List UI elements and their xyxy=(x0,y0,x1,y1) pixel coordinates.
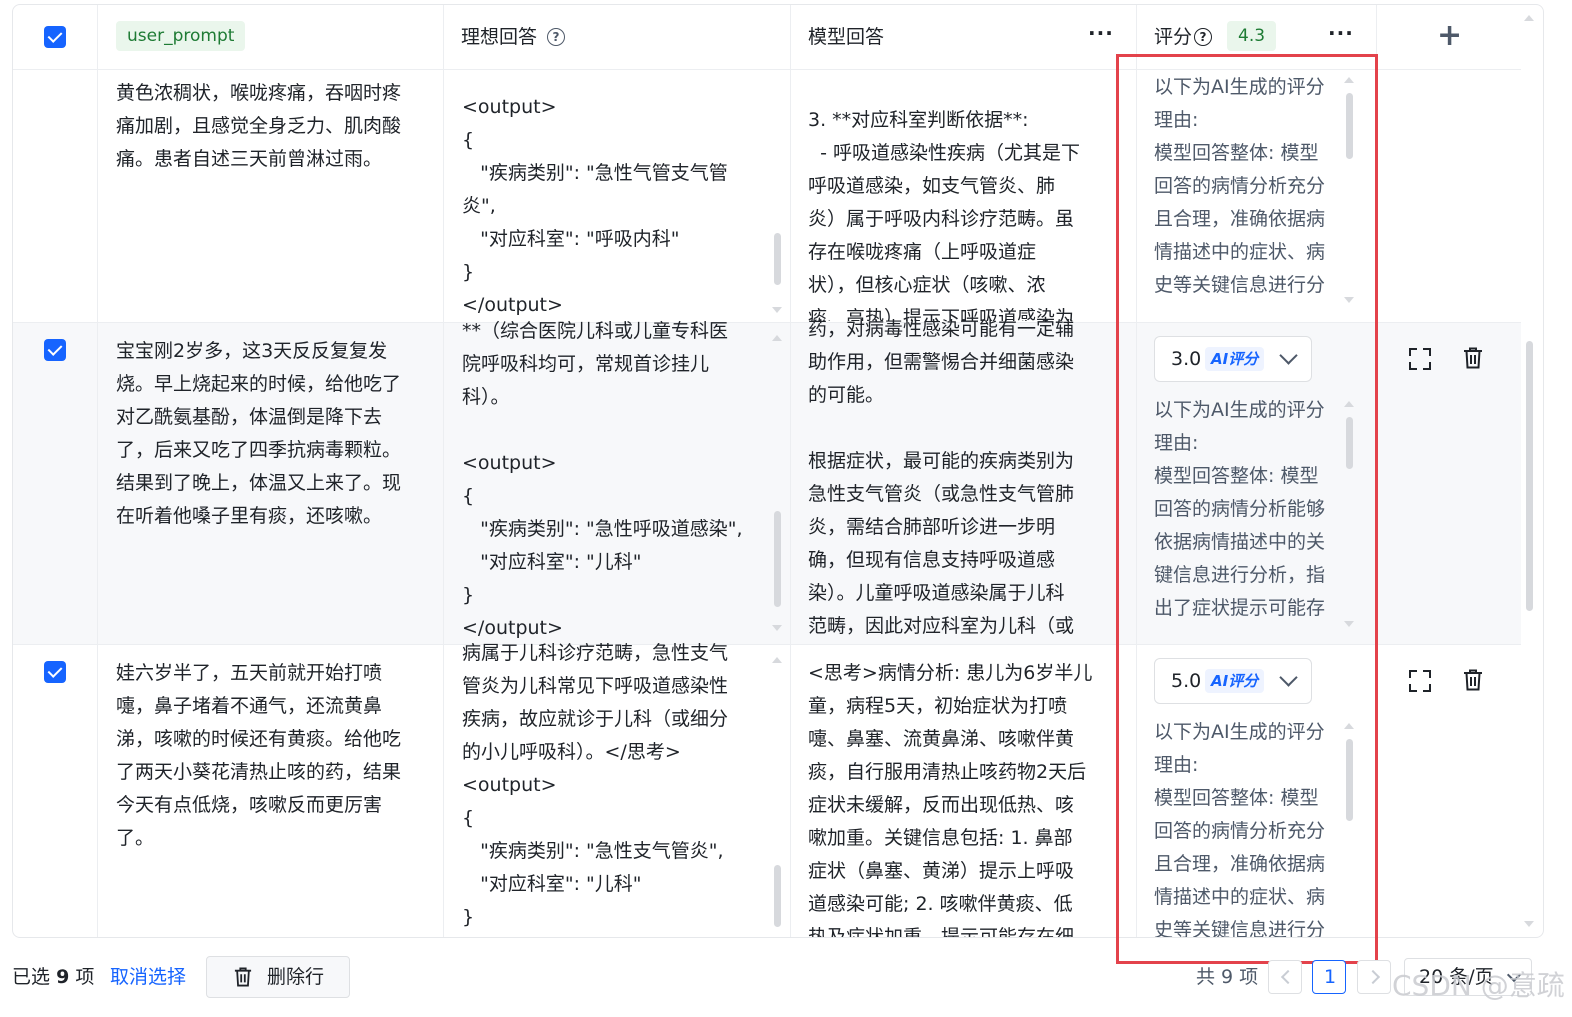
score-reason-text[interactable]: 以下为AI生成的评分 理由: 模型回答整体: 模型 回答的病情分析充分 且合理，… xyxy=(1154,716,1354,937)
help-circle-icon[interactable]: ? xyxy=(1194,28,1212,46)
model-answer-cell[interactable]: 3. **对应科室判断依据**: - 呼吸道感染性疾病（尤其是下 呼吸道感染，如… xyxy=(808,104,1108,321)
score-header[interactable]: 评分 xyxy=(1154,23,1192,51)
model-answer-cell[interactable]: <思考>病情分析: 患儿为6岁半儿 童，病程5天，初始症状为打喷 嚏、鼻塞、流黄… xyxy=(808,657,1108,937)
fullscreen-icon[interactable] xyxy=(1409,670,1431,692)
user-prompt-column-tag[interactable]: user_prompt xyxy=(116,21,246,51)
page-1-button[interactable]: 1 xyxy=(1312,960,1346,994)
row-checkbox[interactable] xyxy=(44,339,66,361)
selected-count-label: 已选 9 项 xyxy=(12,963,94,991)
score-reason-scrollbar[interactable] xyxy=(1344,77,1354,303)
select-all-checkbox[interactable] xyxy=(44,26,66,48)
column-divider xyxy=(1376,5,1377,937)
trash-icon[interactable] xyxy=(1463,347,1483,369)
row-checkbox[interactable] xyxy=(44,661,66,683)
cancel-select-link[interactable]: 取消选择 xyxy=(110,963,186,991)
model-answer-header[interactable]: 模型回答 xyxy=(808,23,884,51)
add-column-plus-icon[interactable]: + xyxy=(1437,21,1462,51)
model-answer-cell[interactable]: 药，对病毒性感染可能有一定辅 助作用，但需警惕合并细菌感染 的可能。 根据症状，… xyxy=(808,313,1108,644)
chevron-left-icon xyxy=(1280,969,1296,985)
column-divider xyxy=(790,5,791,937)
row-divider xyxy=(13,69,1521,70)
score-select[interactable]: 3.0 AI评分 xyxy=(1154,336,1312,382)
next-page-button[interactable] xyxy=(1357,960,1391,994)
score-reason-scrollbar[interactable] xyxy=(1344,401,1354,627)
more-horizontal-icon[interactable]: ··· xyxy=(1328,21,1354,45)
table-scrollbar[interactable] xyxy=(1524,15,1534,927)
delete-rows-button[interactable]: 删除行 xyxy=(206,956,350,998)
ideal-answer-cell[interactable]: <output> { "疾病类别": "急性气管支气管 炎", "对应科室": … xyxy=(462,91,762,321)
column-divider xyxy=(1136,5,1137,937)
delete-rows-label: 删除行 xyxy=(267,966,325,988)
prev-page-button[interactable] xyxy=(1268,960,1302,994)
ideal-answer-cell[interactable]: 病属于儿科诊疗范畴，急性支气 管炎为儿科常见下呼吸道感染性 疾病，故应就诊于儿科… xyxy=(462,637,762,937)
ai-score-badge: AI评分 xyxy=(1205,347,1265,371)
total-count: 共 9 项 xyxy=(1196,966,1259,988)
trash-icon[interactable] xyxy=(1463,669,1483,691)
score-value: 3.0 xyxy=(1171,348,1202,370)
row-divider xyxy=(13,322,1521,323)
user-prompt-cell[interactable]: 黄色浓稠状，喉咙疼痛，吞咽时疼 痛加剧，且感觉全身乏力、肌肉酸 痛。患者自述三天… xyxy=(116,77,434,317)
watermark: CSDN @意疏 xyxy=(1392,969,1565,1002)
ideal-answer-cell[interactable]: **（综合医院儿科或儿童专科医 院呼吸科均可，常规首诊挂儿 科）。 <outpu… xyxy=(462,315,762,644)
page-number: 1 xyxy=(1324,966,1337,988)
cell-scrollbar[interactable] xyxy=(772,231,782,313)
help-circle-icon[interactable]: ? xyxy=(547,28,565,46)
score-value: 5.0 xyxy=(1171,670,1202,692)
column-divider xyxy=(443,5,444,937)
column-divider xyxy=(97,5,98,937)
more-horizontal-icon[interactable]: ··· xyxy=(1088,21,1114,45)
selected-prefix: 已选 xyxy=(12,966,51,988)
chevron-down-icon xyxy=(1279,668,1298,687)
score-reason-text[interactable]: 以下为AI生成的评分 理由: 模型回答整体: 模型 回答的病情分析充分 且合理，… xyxy=(1154,71,1354,319)
selected-count: 9 xyxy=(56,966,70,988)
score-reason-scrollbar[interactable] xyxy=(1344,723,1354,937)
ai-score-badge: AI评分 xyxy=(1205,669,1265,693)
fullscreen-icon[interactable] xyxy=(1409,348,1431,370)
trash-icon xyxy=(234,967,252,987)
row-divider xyxy=(13,644,1521,645)
user-prompt-cell[interactable]: 宝宝刚2岁多，这3天反反复复发 烧。早上烧起来的时候，给他吃了 对乙酰氨基酚，体… xyxy=(116,335,434,635)
cell-scrollbar[interactable] xyxy=(772,657,782,933)
chevron-right-icon xyxy=(1365,969,1381,985)
user-prompt-cell[interactable]: 娃六岁半了，五天前就开始打喷 嚏，鼻子堵着不通气，还流黄鼻 涕，咳嗽的时候还有黄… xyxy=(116,657,434,937)
chevron-down-icon xyxy=(1279,346,1298,365)
score-select[interactable]: 5.0 AI评分 xyxy=(1154,658,1312,704)
score-average-badge: 4.3 xyxy=(1227,21,1277,51)
selected-suffix: 项 xyxy=(75,966,95,988)
score-reason-text[interactable]: 以下为AI生成的评分 理由: 模型回答整体: 模型 回答的病情分析能够 依据病情… xyxy=(1154,394,1354,639)
cell-scrollbar[interactable] xyxy=(772,335,782,631)
ideal-answer-header[interactable]: 理想回答 xyxy=(461,23,537,51)
data-table: user_prompt 理想回答 ? 模型回答 ··· 评分 ? 4.3 ···… xyxy=(12,4,1544,938)
